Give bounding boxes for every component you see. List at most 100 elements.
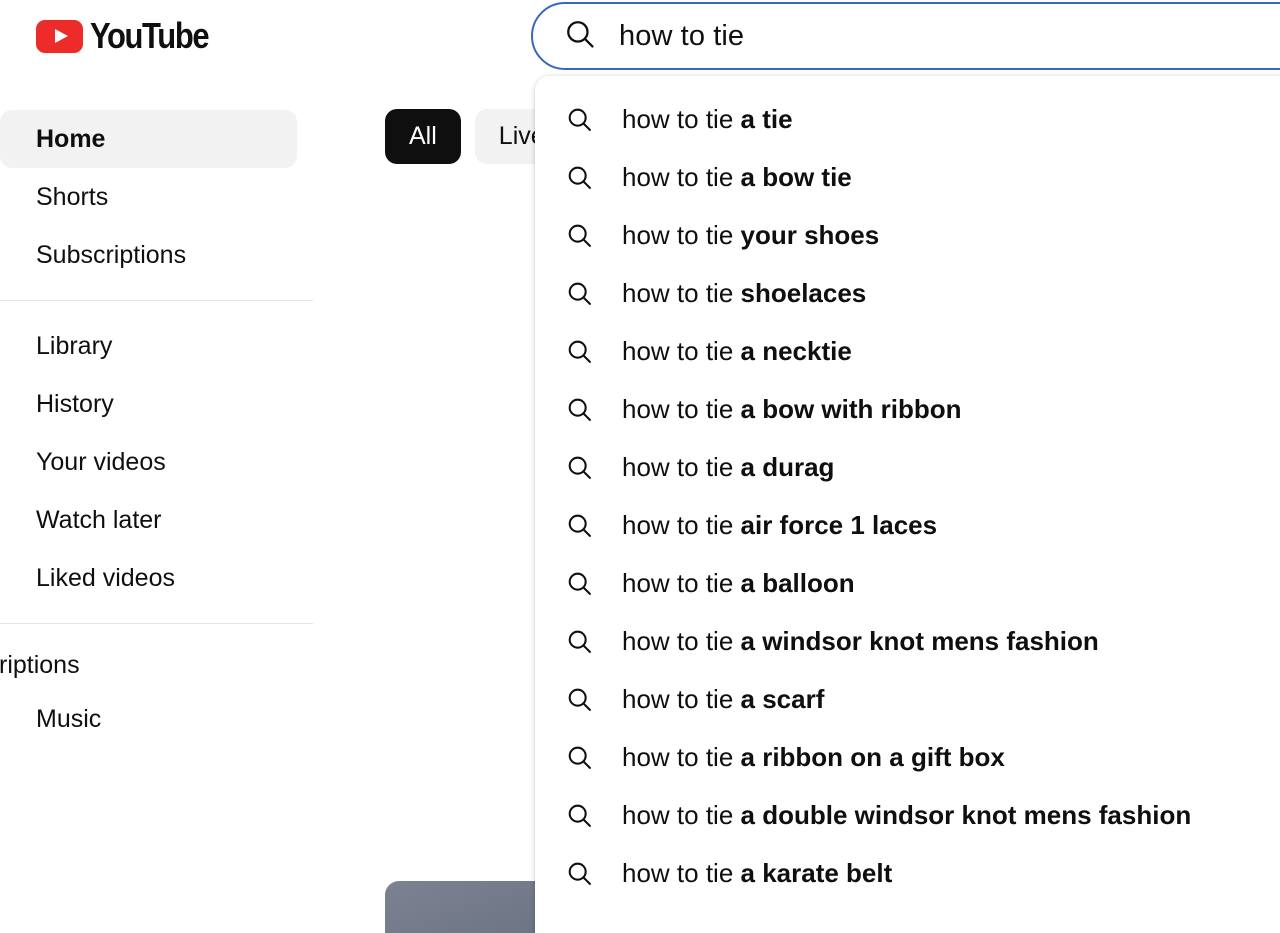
suggestion-prefix: how to tie: [622, 278, 741, 308]
suggestion-prefix: how to tie: [622, 336, 741, 366]
search-input[interactable]: how to tie: [619, 21, 744, 51]
suggestion-completion: shoelaces: [740, 278, 867, 308]
suggestion-text: how to tie a windsor knot mens fashion: [622, 628, 1099, 654]
suggestion-prefix: how to tie: [622, 104, 741, 134]
youtube-logo[interactable]: YouTube: [36, 14, 227, 58]
suggestion-completion: a tie: [740, 104, 793, 134]
suggestion-prefix: how to tie: [622, 684, 741, 714]
sidebar-item-music-label: Music: [36, 704, 102, 733]
sidebar-item-library[interactable]: Library: [0, 317, 297, 375]
suggestion-completion: a karate belt: [740, 858, 893, 888]
suggestion-completion: a necktie: [740, 336, 852, 366]
sidebar-item-liked-videos-label: Liked videos: [36, 563, 175, 592]
sidebar-item-your-videos-label: Your videos: [36, 447, 166, 476]
sidebar-item-watch-later[interactable]: Watch later: [0, 491, 297, 549]
suggestion-text: how to tie a tie: [622, 106, 793, 132]
sidebar-divider-bottom: [0, 623, 313, 624]
search-icon: [565, 279, 594, 308]
suggestion-prefix: how to tie: [622, 742, 741, 772]
suggestion-prefix: how to tie: [622, 800, 741, 830]
search-icon: [565, 395, 594, 424]
sidebar-item-history-label: History: [36, 389, 114, 418]
suggestion-item[interactable]: how to tie a necktie: [535, 322, 1280, 380]
suggestion-text: how to tie a bow tie: [622, 164, 852, 190]
search-suggestions-dropdown: how to tie a tie how to tie a bow tie ho…: [535, 76, 1280, 933]
youtube-app: All Live AMERIC Home Shorts Subscription…: [0, 0, 1280, 933]
youtube-logo-wordmark: YouTube: [90, 15, 210, 56]
sidebar-item-shorts[interactable]: Shorts: [0, 168, 297, 226]
suggestion-prefix: how to tie: [622, 452, 741, 482]
suggestion-item[interactable]: how to tie a bow tie: [535, 148, 1280, 206]
search-icon: [565, 627, 594, 656]
search-bar[interactable]: how to tie: [531, 2, 1280, 70]
search-icon: [565, 221, 594, 250]
suggestion-text: how to tie a balloon: [622, 570, 855, 596]
sidebar-section-subscriptions-header: scriptions: [0, 650, 80, 679]
sidebar-item-home[interactable]: Home: [0, 110, 297, 168]
suggestion-item[interactable]: how to tie shoelaces: [535, 264, 1280, 322]
suggestion-text: how to tie a karate belt: [622, 860, 892, 886]
suggestion-item[interactable]: how to tie a scarf: [535, 670, 1280, 728]
sidebar-item-liked-videos[interactable]: Liked videos: [0, 549, 297, 607]
sidebar: Home Shorts Subscriptions Library Histor…: [0, 76, 313, 933]
suggestion-prefix: how to tie: [622, 510, 741, 540]
suggestion-item[interactable]: how to tie a double windsor knot mens fa…: [535, 786, 1280, 844]
suggestion-completion: a scarf: [740, 684, 825, 714]
search-icon: [565, 743, 594, 772]
search-icon: [565, 569, 594, 598]
suggestion-item[interactable]: how to tie a tie: [535, 90, 1280, 148]
sidebar-item-subscriptions-label: Subscriptions: [36, 240, 187, 269]
suggestion-completion: a double windsor knot mens fashion: [740, 800, 1192, 830]
sidebar-item-subscriptions[interactable]: Subscriptions: [0, 226, 297, 284]
suggestion-item[interactable]: how to tie a ribbon on a gift box: [535, 728, 1280, 786]
suggestion-completion: air force 1 laces: [740, 510, 938, 540]
suggestion-text: how to tie your shoes: [622, 222, 879, 248]
suggestion-completion: a balloon: [740, 568, 855, 598]
suggestion-completion: your shoes: [740, 220, 880, 250]
suggestion-completion: a bow tie: [740, 162, 852, 192]
search-icon: [565, 685, 594, 714]
suggestion-completion: a ribbon on a gift box: [740, 742, 1005, 772]
sidebar-item-home-label: Home: [36, 124, 106, 153]
suggestion-item[interactable]: how to tie a durag: [535, 438, 1280, 496]
search-icon: [565, 105, 594, 134]
suggestion-prefix: how to tie: [622, 220, 741, 250]
suggestion-completion: a bow with ribbon: [740, 394, 962, 424]
filter-chip-all-label: All: [409, 122, 437, 150]
sidebar-item-history[interactable]: History: [0, 375, 297, 433]
suggestion-text: how to tie a necktie: [622, 338, 852, 364]
suggestion-prefix: how to tie: [622, 626, 741, 656]
suggestion-completion: a windsor knot mens fashion: [740, 626, 1099, 656]
search-icon: [565, 163, 594, 192]
play-triangle-icon: [36, 19, 83, 53]
suggestion-item[interactable]: how to tie air force 1 laces: [535, 496, 1280, 554]
filter-chip-all[interactable]: All: [385, 109, 461, 164]
suggestion-item[interactable]: how to tie your shoes: [535, 206, 1280, 264]
suggestion-prefix: how to tie: [622, 394, 741, 424]
sidebar-item-shorts-label: Shorts: [36, 182, 109, 211]
sidebar-divider-top: [0, 300, 313, 301]
search-icon: [565, 511, 594, 540]
sidebar-item-music[interactable]: Music: [0, 690, 297, 748]
suggestion-prefix: how to tie: [622, 162, 741, 192]
search-input-container[interactable]: how to tie: [531, 2, 1280, 70]
suggestion-completion: a durag: [740, 452, 835, 482]
suggestion-text: how to tie a double windsor knot mens fa…: [622, 802, 1191, 828]
suggestion-text: how to tie shoelaces: [622, 280, 866, 306]
suggestion-prefix: how to tie: [622, 568, 741, 598]
sidebar-item-library-label: Library: [36, 331, 113, 360]
search-icon: [565, 801, 594, 830]
sidebar-item-your-videos[interactable]: Your videos: [0, 433, 297, 491]
suggestion-item[interactable]: how to tie a karate belt: [535, 844, 1280, 902]
search-icon: [565, 453, 594, 482]
suggestion-item[interactable]: how to tie a windsor knot mens fashion: [535, 612, 1280, 670]
sidebar-item-watch-later-label: Watch later: [36, 505, 162, 534]
suggestion-text: how to tie a ribbon on a gift box: [622, 744, 1005, 770]
search-icon: [565, 337, 594, 366]
suggestion-item[interactable]: how to tie a bow with ribbon: [535, 380, 1280, 438]
suggestion-text: how to tie air force 1 laces: [622, 512, 937, 538]
suggestion-text: how to tie a bow with ribbon: [622, 396, 962, 422]
suggestion-text: how to tie a scarf: [622, 686, 824, 712]
search-icon: [563, 17, 597, 56]
suggestion-item[interactable]: how to tie a balloon: [535, 554, 1280, 612]
